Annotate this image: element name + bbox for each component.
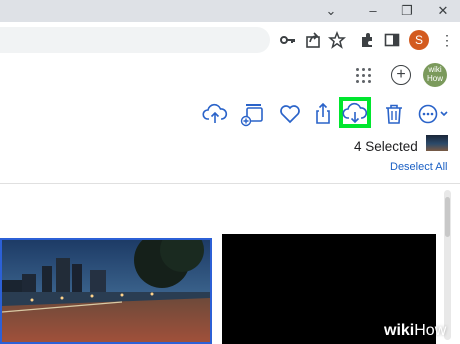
browser-menu-icon[interactable]: ⋮ bbox=[440, 31, 454, 49]
photos-action-bar: 4 Selected Deselect All bbox=[0, 93, 460, 184]
app-header: + wiki How bbox=[0, 58, 460, 94]
deselect-all-link[interactable]: Deselect All bbox=[390, 161, 447, 173]
restore-icon[interactable]: ❐ bbox=[398, 3, 416, 19]
star-icon[interactable] bbox=[328, 31, 346, 49]
account-avatar[interactable]: wiki How bbox=[423, 63, 447, 87]
share-icon[interactable] bbox=[304, 31, 322, 49]
add-icon[interactable]: + bbox=[391, 65, 411, 85]
extensions-icon[interactable] bbox=[358, 31, 376, 49]
add-to-album-icon[interactable] bbox=[240, 101, 266, 127]
upload-icon[interactable] bbox=[202, 101, 228, 127]
avatar-text-top: wiki bbox=[428, 65, 442, 74]
city-night-photo bbox=[2, 240, 210, 342]
minimize-icon[interactable]: – bbox=[364, 3, 382, 19]
sidepanel-icon[interactable] bbox=[383, 31, 401, 49]
watermark-wiki: wiki bbox=[384, 322, 415, 339]
profile-avatar[interactable]: S bbox=[409, 30, 429, 50]
browser-toolbar: S ⋮ bbox=[0, 22, 460, 59]
wikihow-watermark: wikiHow bbox=[384, 322, 446, 340]
photo-tile-selected[interactable] bbox=[0, 238, 212, 344]
selected-count: 4 Selected bbox=[354, 139, 418, 154]
more-icon[interactable] bbox=[416, 101, 452, 127]
share-icon[interactable] bbox=[310, 101, 336, 127]
avatar-text-bottom: How bbox=[426, 74, 443, 83]
chevron-down-icon[interactable]: ⌄ bbox=[322, 3, 340, 19]
download-icon[interactable] bbox=[342, 100, 368, 126]
selected-thumbnail bbox=[426, 135, 448, 151]
address-bar[interactable] bbox=[0, 27, 270, 53]
trash-icon[interactable] bbox=[381, 101, 407, 127]
close-icon[interactable]: ✕ bbox=[434, 3, 452, 19]
browser-title-bar: ⌄ – ❐ ✕ bbox=[0, 0, 460, 22]
scrollbar-thumb[interactable] bbox=[445, 197, 450, 237]
key-icon[interactable] bbox=[279, 31, 297, 49]
favorite-icon[interactable] bbox=[277, 101, 303, 127]
apps-grid-icon[interactable] bbox=[356, 68, 372, 84]
watermark-how: How bbox=[414, 322, 447, 339]
